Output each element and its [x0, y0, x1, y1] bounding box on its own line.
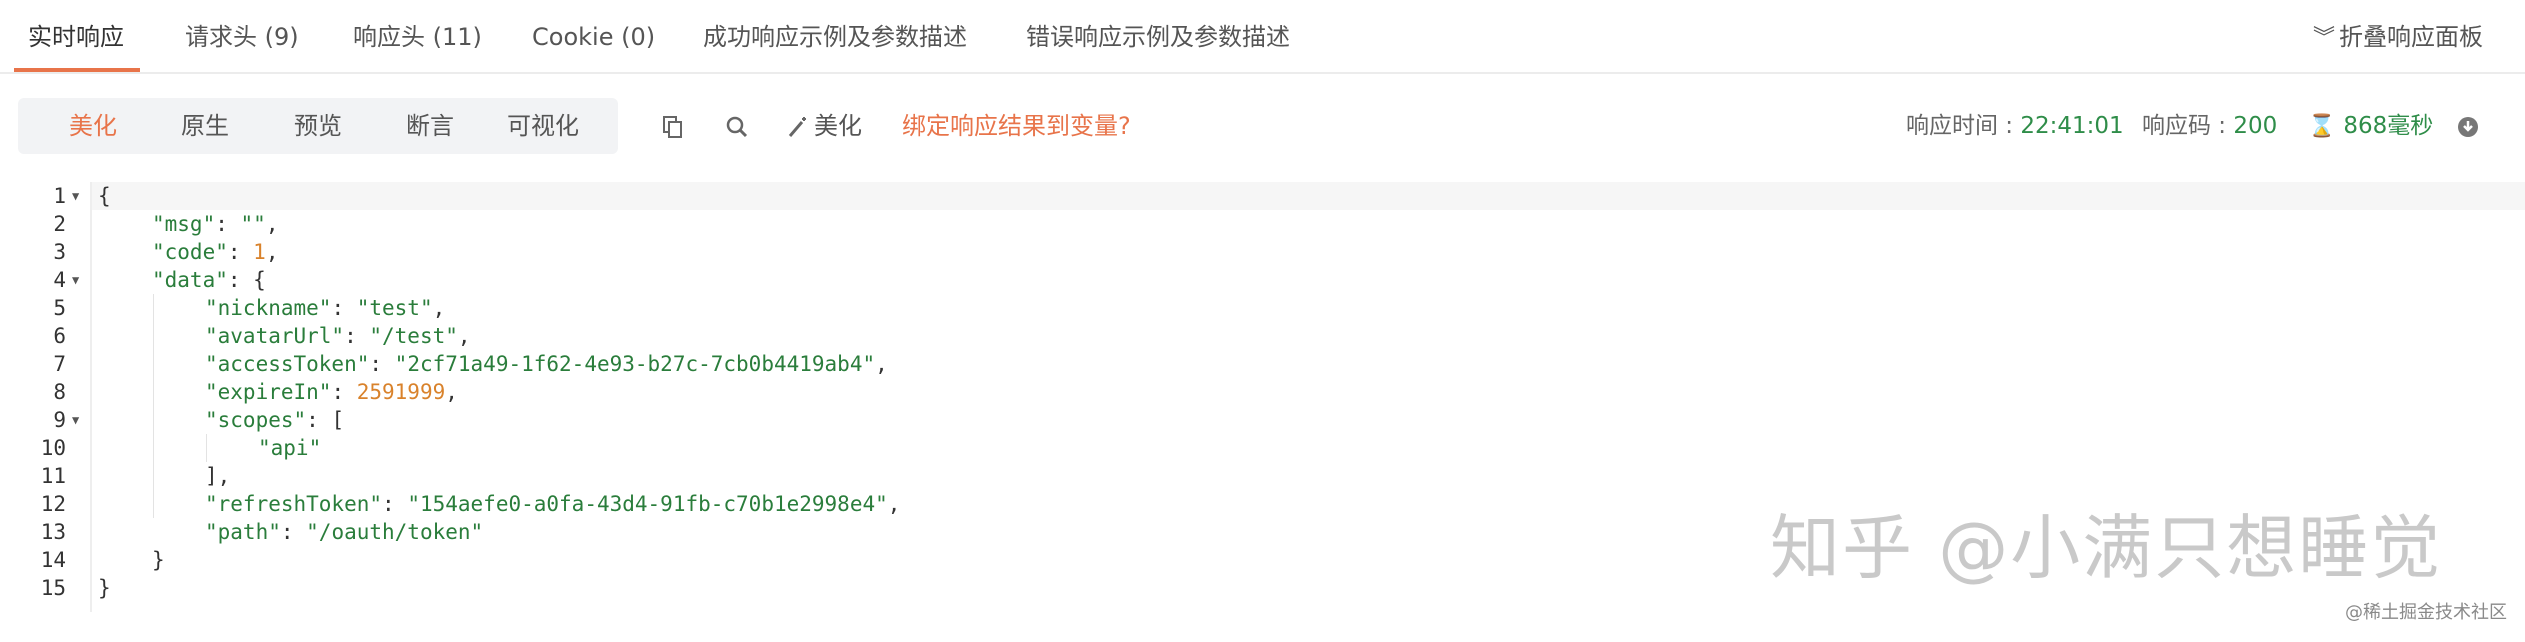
collapse-panel-button[interactable]: ︾ 折叠响应面板 [2313, 0, 2483, 74]
double-chevron-down-icon: ︾ [2312, 26, 2335, 51]
code-line: } [152, 548, 165, 572]
line-number: 14 [40, 548, 66, 572]
bind-result-to-variable-link[interactable]: 绑定响应结果到变量? [902, 104, 1131, 148]
response-duration: ⌛ 868毫秒 [2308, 104, 2433, 148]
tab-request-headers[interactable]: 请求头 (9) [185, 0, 299, 74]
line-number: 5 [53, 296, 66, 320]
tab-response-headers[interactable]: 响应头 (11) [353, 0, 482, 74]
view-mode-segmented-control: 美化 原生 预览 断言 可视化 [18, 98, 618, 154]
magic-wand-icon[interactable] [786, 104, 810, 148]
line-number: 8 [53, 380, 66, 404]
response-duration-value: 868毫秒 [2343, 113, 2434, 139]
indent-guide [153, 294, 154, 518]
fold-toggle-icon[interactable]: ▼ [72, 182, 86, 210]
code-line: { [98, 184, 111, 208]
line-number: 3 [53, 240, 66, 264]
copy-icon[interactable] [660, 104, 686, 148]
watermark: 知乎 @小满只想睡觉 [1770, 507, 2443, 589]
watermark-small: @稀土掘金技术社区 [2345, 602, 2507, 623]
response-code: 响应码 : 200 [2142, 104, 2277, 148]
response-code-label: 响应码 : [2142, 113, 2227, 139]
view-mode-raw[interactable]: 原生 [150, 98, 260, 154]
download-icon[interactable] [2456, 104, 2480, 148]
code-line: } [98, 576, 111, 600]
code-line: "accessToken": "2cf71a49-1f62-4e93-b27c-… [205, 352, 888, 376]
line-number: 9 [53, 408, 66, 432]
hourglass-icon: ⌛ [2308, 114, 2336, 139]
code-line: "path": "/oauth/token" [205, 520, 484, 544]
line-number: 6 [53, 324, 66, 348]
code-line: "avatarUrl": "/test", [205, 324, 471, 348]
line-number: 13 [40, 520, 66, 544]
line-number: 15 [40, 576, 66, 600]
response-code-value: 200 [2233, 113, 2278, 139]
response-time-label: 响应时间 : [1906, 113, 2014, 139]
code-line: "nickname": "test", [205, 296, 446, 320]
code-line: "msg": "", [152, 212, 279, 236]
tab-success-example[interactable]: 成功响应示例及参数描述 [703, 0, 967, 74]
tab-live-response[interactable]: 实时响应 [28, 0, 124, 74]
code-line: "refreshToken": "154aefe0-a0fa-43d4-91fb… [205, 492, 901, 516]
active-line-highlight [92, 182, 2525, 210]
fold-toggle-icon[interactable]: ▼ [72, 406, 86, 434]
view-mode-visualize[interactable]: 可视化 [488, 98, 598, 154]
line-number: 4 [53, 268, 66, 292]
collapse-panel-label: 折叠响应面板 [2339, 23, 2483, 51]
line-number: 2 [53, 212, 66, 236]
view-mode-preview[interactable]: 预览 [263, 98, 373, 154]
line-number: 1 [53, 184, 66, 208]
response-time-value: 22:41:01 [2020, 113, 2124, 139]
line-number: 10 [40, 436, 66, 460]
response-tab-bar: 实时响应 请求头 (9) 响应头 (11) Cookie (0) 成功响应示例及… [0, 0, 2525, 74]
view-mode-beautify[interactable]: 美化 [38, 98, 148, 154]
search-icon[interactable] [724, 104, 750, 148]
tab-error-example[interactable]: 错误响应示例及参数描述 [1026, 0, 1290, 74]
code-line: "code": 1, [152, 240, 279, 264]
line-number: 11 [40, 464, 66, 488]
line-number: 7 [53, 352, 66, 376]
fold-toggle-icon[interactable]: ▼ [72, 266, 86, 294]
code-line: "expireIn": 2591999, [205, 380, 458, 404]
beautify-button[interactable]: 美化 [814, 104, 862, 148]
code-line: "data": { [152, 268, 266, 292]
code-line: ], [205, 464, 231, 488]
view-mode-assert[interactable]: 断言 [375, 98, 485, 154]
code-line: "scopes": [ [205, 408, 345, 432]
tab-cookie[interactable]: Cookie (0) [532, 0, 655, 74]
line-number: 12 [40, 492, 66, 516]
code-line: "api" [258, 436, 322, 460]
response-time: 响应时间 : 22:41:01 [1906, 104, 2124, 148]
indent-guide [206, 434, 207, 462]
active-tab-indicator [14, 68, 140, 72]
